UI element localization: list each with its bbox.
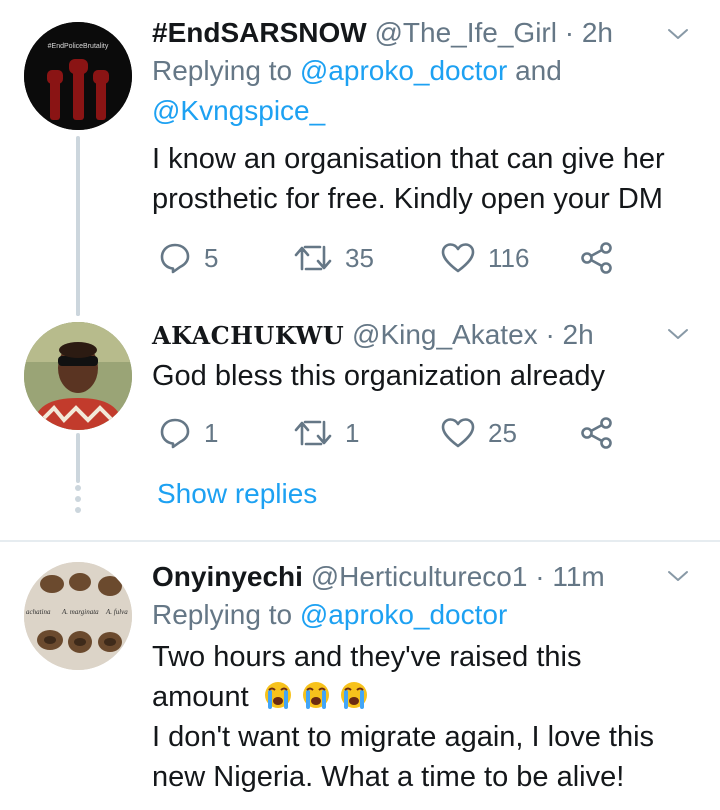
like-button[interactable]: 25 [440,413,517,453]
mention-link[interactable]: @aproko_doctor [300,55,507,86]
snail-shells-avatar-image: achatina A. marginata A. fulva [24,562,132,670]
timestamp[interactable]: · 2h [545,319,593,350]
share-icon [581,242,612,274]
like-button[interactable]: 116 [440,238,529,278]
show-replies-link[interactable]: Show replies [157,478,317,510]
avatar[interactable]: #EndPoliceBrutality [24,22,132,130]
tweet-body: #EndSARSNOW @The_Ife_Girl · 2h Replying … [152,15,680,219]
tweet-3[interactable]: achatina A. marginata A. fulva Onyinyech… [0,542,720,810]
thread-line [76,136,80,316]
heart-icon [441,243,475,273]
like-count: 116 [488,242,530,273]
display-name[interactable]: #EndSARSNOW [152,17,367,48]
tweet-text-line: new Nigeria. What a time to be alive! [152,761,625,793]
chevron-down-icon[interactable] [666,564,690,588]
user-handle[interactable]: @The_Ife_Girl [374,17,557,48]
avatar-label: achatina [26,608,51,616]
thread-line [76,433,80,483]
retweet-count: 35 [345,242,374,273]
tweet-2[interactable]: AKACHUKWU @King_Akatex · 2h God bless th… [0,300,720,540]
share-button[interactable] [580,413,614,453]
reply-icon [160,418,190,449]
tweet-actions: 5 35 116 [158,238,628,278]
share-icon [581,417,612,449]
reply-icon [160,243,190,274]
chevron-down-icon[interactable] [666,322,690,346]
tweet-text-line: amount [152,681,249,713]
retweet-icon [294,420,332,446]
avatar-label: A. marginata [61,608,99,616]
tweet-body: Onyinyechi @Herticultureco1 · 11m Replyi… [152,559,680,797]
reply-button[interactable]: 5 [158,238,218,278]
avatar-caption: #EndPoliceBrutality [48,43,109,50]
mention-link[interactable]: @aproko_doctor [300,599,507,630]
reply-count: 5 [204,242,219,273]
reply-button[interactable]: 1 [158,413,218,453]
reply-count: 1 [204,417,219,448]
tweet-header: #EndSARSNOW @The_Ife_Girl · 2h [152,15,680,51]
tweet-1[interactable]: #EndPoliceBrutality #EndSARSNOW @The_Ife… [0,0,720,316]
user-handle[interactable]: @King_Akatex [352,319,538,350]
display-name[interactable]: Onyinyechi [152,561,303,592]
tweet-body: AKACHUKWU @King_Akatex · 2h God bless th… [152,317,680,396]
thread-dots [74,485,82,518]
retweet-count: 1 [345,417,360,448]
tweet-text-line: Two hours and they've raised this [152,641,582,673]
tweet-text: God bless this organization already [152,356,680,396]
crying-face-emoji [264,682,291,709]
tweet-text: Two hours and they've raised this amount [152,637,680,797]
share-button[interactable] [580,238,614,278]
replying-to-label: Replying to [152,599,293,630]
avatar-label: A. fulva [105,608,128,616]
crying-face-emoji [340,682,367,709]
tweet-text-line-with-emoji: amount [152,677,680,717]
display-name[interactable]: AKACHUKWU [152,321,344,350]
heart-icon [441,418,475,448]
timestamp[interactable]: · 11m [535,561,605,592]
tweet-text-line: I don't want to migrate again, I love th… [152,721,655,753]
retweet-icon [294,245,332,271]
user-photo-avatar-image [24,322,132,430]
tweet-text-line: I know an organisation that can give her [152,143,665,175]
mention-link[interactable]: @Kvngspice_ [152,95,325,126]
avatar[interactable]: achatina A. marginata A. fulva [24,562,132,670]
like-count: 25 [488,417,517,448]
replying-and: and [515,55,562,86]
replying-to: Replying to @aproko_doctor and @Kvngspic… [152,51,680,131]
replying-to: Replying to @aproko_doctor [152,595,680,635]
retweet-button[interactable]: 35 [293,238,374,278]
chevron-down-icon[interactable] [666,22,690,46]
user-handle[interactable]: @Herticultureco1 [311,561,528,592]
tweet-actions: 1 1 25 [158,413,628,453]
tweet-text-line: God bless this organization already [152,360,605,392]
retweet-button[interactable]: 1 [293,413,359,453]
timestamp[interactable]: · 2h [565,17,613,48]
tweet-header: Onyinyechi @Herticultureco1 · 11m [152,559,680,595]
tweet-text: I know an organisation that can give her… [152,139,680,219]
crying-face-emoji [302,682,329,709]
tweet-header: AKACHUKWU @King_Akatex · 2h [152,317,680,354]
avatar[interactable] [24,322,132,430]
thread-line [76,300,80,316]
tweet-text-line: prosthetic for free. Kindly open your DM [152,183,663,215]
raised-fists-avatar-image: #EndPoliceBrutality [24,22,132,130]
replying-to-label: Replying to [152,55,293,86]
